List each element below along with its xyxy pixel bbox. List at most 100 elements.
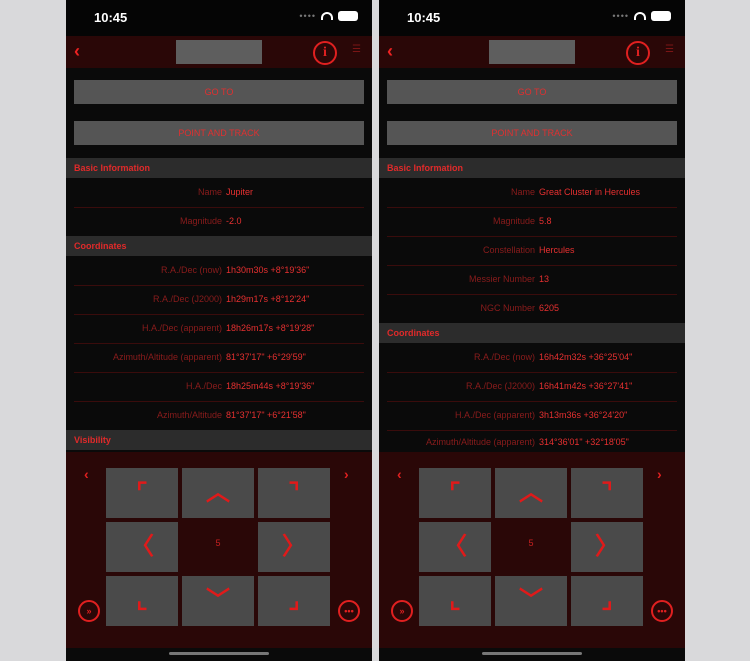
more-icon[interactable]: ☰ [665,44,674,55]
info-row: H.A./Dec (apparent) 18h26m17s +8°19'28" [74,314,364,344]
back-chevron-icon[interactable]: ‹ [387,41,393,61]
point-and-track-button[interactable]: POINT AND TRACK [74,121,364,145]
row-value: 81°37'17" +6°29'59" [226,352,306,362]
info-row: Name Jupiter [74,178,364,208]
battery-icon [338,11,358,21]
info-row: Azimuth/Altitude 81°37'17" +6°21'58" [74,401,364,431]
signal-icon: •••• [299,11,316,21]
info-row: Azimuth/Altitude (apparent) 314°36'01" +… [387,428,677,452]
info-icon[interactable]: i [313,41,337,65]
slew-up-right-button[interactable]: ⌝ [258,468,330,518]
info-row: R.A./Dec (J2000) 1h29m17s +8°12'24" [74,285,364,315]
slew-left-button[interactable]: 〈 [419,522,491,572]
back-chevron-icon[interactable]: ‹ [74,41,80,61]
row-value: 314°36'01" +32°18'05" [539,437,629,447]
row-value: 13 [539,274,550,284]
row-label: Azimuth/Altitude [156,410,222,420]
row-label: Messier Number [468,274,535,284]
row-value: 1h30m30s +8°19'36" [226,265,310,275]
collapse-icon[interactable]: » [391,600,413,622]
nav-bar: ‹ i ☰ [66,36,372,68]
info-row: R.A./Dec (now) 1h30m30s +8°19'36" [74,256,364,286]
row-value: 3h13m36s +36°24'20" [539,410,628,420]
nav-bar: ‹ i ☰ [379,36,685,68]
more-icon[interactable]: ☰ [352,44,361,55]
slew-down-button[interactable]: ﹀ [495,576,567,626]
slew-down-left-button[interactable]: ⌞ [419,576,491,626]
status-time: 10:45 [407,10,441,25]
status-bar: 10:45 •••• [379,0,685,36]
slew-up-left-button[interactable]: ⌜ [419,468,491,518]
wifi-icon [634,12,646,20]
goto-button[interactable]: GO TO [387,80,677,104]
info-row: R.A./Dec (now) 16h42m32s +36°25'04" [387,343,677,373]
chevron-right-icon[interactable]: › [657,466,662,482]
info-icon[interactable]: i [626,41,650,65]
row-label: Magnitude [179,216,222,226]
phone-screen-left: 10:45 •••• ‹ i ☰ GO TO POINT AND TRACK B… [66,0,372,661]
row-label: R.A./Dec (J2000) [152,294,222,304]
nav-title-button[interactable] [176,40,262,64]
row-label: Constellation [482,245,535,255]
info-row: H.A./Dec (apparent) 3h13m36s +36°24'20" [387,401,677,431]
row-value: -2.0 [226,216,242,226]
slew-left-button[interactable]: 〈 [106,522,178,572]
slew-right-button[interactable]: 〉 [571,522,643,572]
info-row: R.A./Dec (J2000) 16h41m42s +36°27'41" [387,372,677,402]
info-row: Name Great Cluster in Hercules [387,178,677,208]
row-label: R.A./Dec (now) [160,265,222,275]
battery-icon [651,11,671,21]
row-value: 1h29m17s +8°12'24" [226,294,310,304]
slew-up-right-button[interactable]: ⌝ [571,468,643,518]
row-label: Azimuth/Altitude (apparent) [425,437,535,447]
wifi-icon [321,12,333,20]
slew-up-left-button[interactable]: ⌜ [106,468,178,518]
home-indicator [379,648,685,661]
slew-down-left-button[interactable]: ⌞ [106,576,178,626]
row-label: R.A./Dec (now) [473,352,535,362]
info-row: Constellation Hercules [387,236,677,266]
goto-button[interactable]: GO TO [74,80,364,104]
slew-down-right-button[interactable]: ⌟ [258,576,330,626]
slew-rate-value: 5 [215,538,221,548]
info-row: Magnitude 5.8 [387,207,677,237]
row-value: Jupiter [226,187,254,197]
menu-dots-icon[interactable]: ••• [651,600,673,622]
info-row: NGC Number 6205 [387,294,677,324]
slew-down-button[interactable]: ﹀ [182,576,254,626]
section-header-basic: Basic Information [379,158,685,178]
slew-right-button[interactable]: 〉 [258,522,330,572]
slew-up-button[interactable]: ︿ [495,468,567,518]
row-value: Great Cluster in Hercules [539,187,641,197]
status-bar: 10:45 •••• [66,0,372,36]
chevron-left-icon[interactable]: ‹ [84,466,89,482]
row-label: Magnitude [492,216,535,226]
slew-rate-value: 5 [528,538,534,548]
info-row: Messier Number 13 [387,265,677,295]
row-label: H.A./Dec (apparent) [454,410,535,420]
row-label: Name [197,187,222,197]
section-header-coordinates: Coordinates [66,236,372,256]
chevron-left-icon[interactable]: ‹ [397,466,402,482]
slew-down-right-button[interactable]: ⌟ [571,576,643,626]
row-value: 81°37'17" +6°21'58" [226,410,306,420]
chevron-right-icon[interactable]: › [344,466,349,482]
info-row: Azimuth/Altitude (apparent) 81°37'17" +6… [74,343,364,373]
section-header-visibility: Visibility [66,430,372,450]
row-value: Hercules [539,245,575,255]
collapse-icon[interactable]: » [78,600,100,622]
section-header-basic: Basic Information [66,158,372,178]
row-value: 5.8 [539,216,552,226]
row-value: 16h41m42s +36°27'41" [539,381,633,391]
hand-control-panel: ‹ › ⌜ ︿ ⌝ 〈 5 〉 ⌞ ﹀ ⌟ » ••• [66,452,372,648]
menu-dots-icon[interactable]: ••• [338,600,360,622]
row-label: H.A./Dec (apparent) [141,323,222,333]
row-value: 18h25m44s +8°19'36" [226,381,315,391]
info-row: Magnitude -2.0 [74,207,364,237]
slew-up-button[interactable]: ︿ [182,468,254,518]
nav-title-button[interactable] [489,40,575,64]
point-and-track-button[interactable]: POINT AND TRACK [387,121,677,145]
hand-control-panel: ‹ › ⌜ ︿ ⌝ 〈 5 〉 ⌞ ﹀ ⌟ » ••• [379,452,685,648]
info-row: H.A./Dec 18h25m44s +8°19'36" [74,372,364,402]
row-label: R.A./Dec (J2000) [465,381,535,391]
